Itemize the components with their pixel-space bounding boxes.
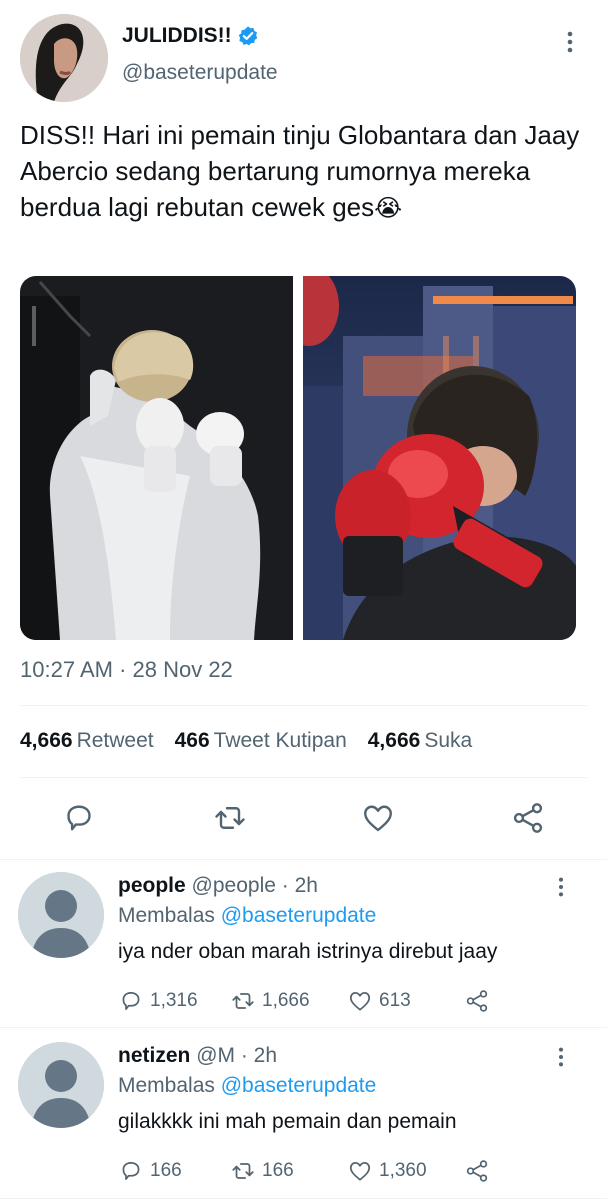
reply-retweet-button[interactable]: 166 (230, 1158, 294, 1184)
tweet-body: DISS!! Hari ini pemain tinju Globantara … (20, 120, 580, 222)
default-avatar[interactable] (18, 872, 104, 958)
tweet-media[interactable] (20, 276, 576, 640)
author-name[interactable]: JULIDDIS!! (122, 24, 232, 48)
reply-count: 1,316 (150, 990, 198, 1011)
author-avatar[interactable] (20, 14, 108, 102)
heart-icon (349, 1162, 371, 1181)
like-stat[interactable]: 4,666 Suka (368, 729, 472, 753)
replying-to-handle[interactable]: @baseterupdate (221, 1074, 377, 1097)
more-vertical-icon[interactable] (558, 30, 582, 54)
reply-count: 166 (150, 1160, 182, 1181)
divider (20, 777, 587, 778)
reply-action-bar: 166 166 1,360 (118, 1158, 588, 1188)
replying-to-handle[interactable]: @baseterupdate (221, 904, 377, 927)
like-stat-count: 4,666 (367, 729, 421, 752)
reply-header: people @people · 2h (118, 874, 318, 898)
reply-header: netizen @M · 2h (118, 1044, 277, 1068)
reply-text: gilakkkk ini mah pemain dan pemain (118, 1110, 457, 1133)
divider (0, 1027, 607, 1028)
divider (20, 705, 587, 706)
media-image-left[interactable] (20, 276, 293, 640)
tweet-header: JULIDDIS!! @baseterupdate (0, 0, 607, 110)
retweet-stat-label: Retweet (76, 729, 154, 752)
reply-item[interactable]: netizen @M · 2h Membalas @baseterupdate … (0, 1030, 607, 1198)
retweet-icon (232, 993, 254, 1009)
reply-item[interactable]: people @people · 2h Membalas @baseterupd… (0, 860, 607, 1028)
media-image-right[interactable] (303, 276, 576, 640)
reply-action-bar: 1,316 1,666 613 (118, 988, 588, 1018)
quote-tweet-stat-count: 466 (174, 729, 210, 752)
reply-text: iya nder oban marah istrinya direbut jaa… (118, 940, 498, 963)
reply-reply-button[interactable]: 166 (118, 1158, 182, 1184)
tweet-action-bar (0, 796, 607, 840)
crying-face-emoji: 😭 (374, 194, 403, 222)
replying-to-prefix: Membalas (118, 1074, 215, 1097)
reply-author-name[interactable]: people (118, 874, 186, 897)
author-name-row: JULIDDIS!! (122, 24, 259, 48)
reply-meta: @M · 2h (196, 1044, 278, 1067)
divider (0, 1198, 607, 1199)
quote-tweet-stat-label: Tweet Kutipan (213, 729, 347, 752)
share-icon[interactable] (510, 800, 546, 836)
default-avatar[interactable] (18, 1042, 104, 1128)
more-vertical-icon[interactable] (550, 1046, 572, 1068)
more-vertical-icon[interactable] (550, 876, 572, 898)
verified-badge-icon (238, 26, 257, 46)
tweet-timestamp[interactable]: 10:27 AM · 28 Nov 22 (20, 657, 233, 683)
reply-like-button[interactable]: 1,360 (347, 1158, 427, 1184)
tweet-stats: 4,666 Retweet 466 Tweet Kutipan 4,666 Suka (20, 729, 493, 753)
reply-bubble-icon[interactable] (61, 800, 97, 836)
reply-reply-button[interactable]: 1,316 (118, 988, 198, 1014)
retweet-stat-count: 4,666 (20, 729, 73, 752)
reply-like-button[interactable]: 613 (347, 988, 411, 1014)
retweet-count: 166 (262, 1160, 294, 1181)
share-icon (466, 990, 488, 1012)
like-count: 613 (379, 990, 411, 1011)
share-icon (466, 1160, 488, 1182)
reply-share-button[interactable] (464, 988, 496, 1014)
reply-bubble-icon (122, 1162, 140, 1180)
retweet-icon (232, 1163, 254, 1179)
like-stat-label: Suka (424, 729, 473, 752)
heart-icon (349, 992, 371, 1011)
quote-tweet-stat[interactable]: 466 Tweet Kutipan (175, 729, 347, 753)
retweet-stat[interactable]: 4,666 Retweet (20, 729, 154, 753)
reply-meta: @people · 2h (191, 874, 318, 897)
retweet-icon[interactable] (212, 800, 248, 836)
replying-to: Membalas @baseterupdate (118, 1074, 376, 1098)
tweet-text: DISS!! Hari ini pemain tinju Globantara … (20, 117, 580, 226)
reply-share-button[interactable] (464, 1158, 496, 1184)
reply-author-name[interactable]: netizen (118, 1044, 190, 1067)
like-count: 1,360 (379, 1160, 427, 1181)
replying-to: Membalas @baseterupdate (118, 904, 376, 928)
replying-to-prefix: Membalas (118, 904, 215, 927)
heart-icon[interactable] (360, 800, 396, 836)
author-handle[interactable]: @baseterupdate (122, 61, 278, 85)
reply-retweet-button[interactable]: 1,666 (230, 988, 310, 1014)
retweet-count: 1,666 (262, 990, 310, 1011)
reply-bubble-icon (122, 992, 140, 1010)
